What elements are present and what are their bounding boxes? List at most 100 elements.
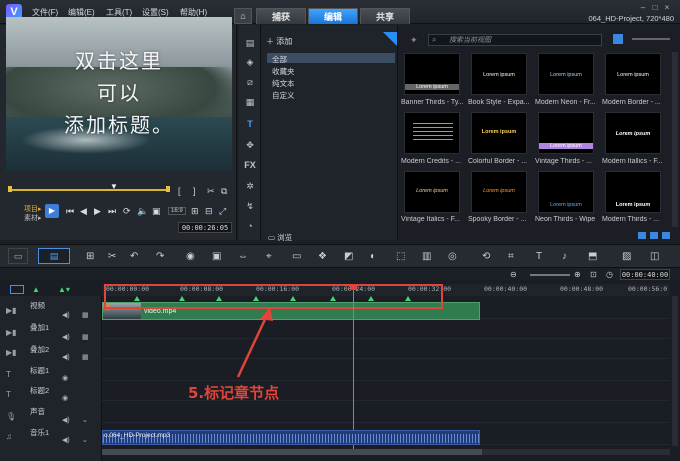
title-thumbnail[interactable]: Lorem ipsum [605, 112, 661, 154]
maximize-icon[interactable]: □ [650, 4, 660, 12]
3d-title-icon[interactable]: ◩ [344, 251, 353, 262]
graphics-icon[interactable]: ▦ [244, 97, 256, 108]
particle-icon[interactable]: ✲ [244, 181, 256, 192]
thumbnail-size-slider[interactable] [632, 38, 670, 40]
preview-window[interactable]: 双击这里 可以 添加标题。 [6, 17, 232, 171]
color-icon[interactable]: ◎ [448, 251, 457, 262]
tree-item-custom[interactable]: 自定义 [272, 90, 295, 101]
chapter-icon[interactable]: ▲ [32, 285, 40, 294]
title-overlay-line[interactable]: 添加标题。 [6, 109, 232, 138]
browse-button[interactable]: ▭ 浏览 [268, 232, 292, 243]
overlay-track-1[interactable] [102, 320, 670, 339]
minimize-icon[interactable]: – [638, 4, 648, 12]
title-thumbnail[interactable]: Lorem ipsum [404, 171, 460, 213]
title-tool-icon[interactable]: T [536, 251, 542, 262]
ripple-toggle-icon[interactable]: ▦ [82, 353, 89, 361]
crop-icon[interactable]: ⊟ [205, 206, 213, 217]
play-button[interactable]: ▶ [45, 204, 59, 218]
tree-item-all[interactable]: 全部 [272, 54, 287, 65]
title-overlay-line[interactable]: 双击这里 [6, 45, 232, 74]
title-thumbnail[interactable]: Lorem ipsum [538, 171, 594, 213]
voice-track[interactable] [102, 404, 670, 423]
scrollbar-thumb[interactable] [102, 449, 482, 455]
tab-share[interactable]: 共享 [360, 8, 410, 24]
tracks-manager-icon[interactable]: ⊞ [86, 251, 94, 262]
redo-icon[interactable]: ↷ [156, 251, 164, 262]
zoom-out-icon[interactable]: ⊖ [510, 270, 517, 279]
mute-icon[interactable]: ◀) [62, 311, 70, 319]
tree-item-favorites[interactable]: 收藏夹 [272, 66, 295, 77]
timeline-view-icon[interactable]: ▤ [38, 248, 70, 264]
title-thumbnail[interactable]: Lorem ipsum [404, 53, 460, 95]
record-capture-icon[interactable]: ◉ [186, 251, 195, 262]
title-thumbnail[interactable]: Lorem ipsum [471, 112, 527, 154]
motion-tracking-icon[interactable]: ⌖ [266, 251, 272, 262]
track-manager-icon[interactable] [10, 285, 24, 294]
overlay-track-2[interactable] [102, 340, 670, 359]
multicam-icon[interactable]: ❖ [318, 251, 327, 262]
speed-icon[interactable]: ◔ [244, 221, 256, 232]
transition-icon[interactable]: ⧄ [244, 77, 256, 88]
mark-in-handle[interactable] [8, 186, 12, 192]
split-icon[interactable]: ✂ [207, 186, 215, 197]
close-icon[interactable]: × [662, 4, 672, 12]
auto-music-icon[interactable]: ⇔ [238, 251, 248, 262]
snapshot-icon[interactable]: ⊞ [191, 206, 199, 217]
chapter-dropdown-icon[interactable]: ▲▾ [58, 285, 70, 294]
instant-project-icon[interactable]: ◈ [244, 57, 256, 68]
media-icon[interactable]: ▤ [244, 38, 256, 49]
undo-icon[interactable]: ↶ [130, 251, 138, 262]
mark-out-icon[interactable]: ] [193, 186, 196, 196]
end-icon[interactable]: ⏭ [108, 206, 116, 217]
mark-in-icon[interactable]: [ [178, 186, 181, 196]
title-thumbnail[interactable]: Lorem ipsum [471, 53, 527, 95]
library-options-icon[interactable] [383, 32, 397, 46]
next-frame-icon[interactable]: ▶ [94, 206, 101, 217]
home-tab-icon[interactable]: ⌂ [234, 8, 252, 24]
tab-edit[interactable]: 编辑 [308, 8, 358, 24]
expand-icon[interactable]: ⌄ [82, 436, 88, 444]
options-icon[interactable] [650, 232, 658, 239]
timeline-vertical-scrollbar[interactable] [672, 296, 678, 446]
mark-out-handle[interactable] [166, 186, 170, 192]
copy-icon[interactable]: ⧉ [221, 186, 227, 197]
prev-frame-icon[interactable]: ◀ [80, 206, 87, 217]
title-thumbnail[interactable]: Lorem ipsum [605, 171, 661, 213]
title-track-1[interactable] [102, 362, 670, 381]
timeline-timecode[interactable]: 00:00:40:00 [620, 269, 670, 280]
title-thumbnail[interactable]: Lorem ipsum [538, 53, 594, 95]
zoom-in-icon[interactable]: ⊕ [574, 270, 581, 279]
fit-timeline-icon[interactable]: ⊡ [590, 270, 597, 279]
title-thumbnail[interactable] [404, 112, 460, 154]
playhead[interactable] [353, 286, 354, 454]
title-overlay-line[interactable]: 可以 [6, 77, 232, 106]
cut-icon[interactable]: ✂ [108, 251, 116, 262]
options-icon[interactable] [662, 232, 670, 239]
camera-icon[interactable]: ◫ [650, 251, 659, 262]
stop-motion-icon[interactable]: ⬚ [396, 251, 405, 262]
eye-icon[interactable]: ◉ [62, 394, 68, 402]
mute-icon[interactable]: ◀) [62, 353, 70, 361]
mute-icon[interactable]: ◀) [62, 436, 70, 444]
title-icon[interactable]: T [244, 119, 256, 130]
scrubber-icon[interactable]: ▼ [110, 182, 118, 191]
clip-mode-label[interactable]: 素材▸ [24, 213, 42, 223]
path-icon[interactable]: ↯ [244, 201, 256, 212]
fit-icon[interactable]: ⌗ [508, 251, 514, 262]
split-screen-icon[interactable]: ▥ [422, 251, 431, 262]
aspect-ratio[interactable]: 16:9 [168, 207, 186, 215]
mask-icon[interactable]: ◐ [370, 251, 376, 262]
tab-capture[interactable]: 捕获 [256, 8, 306, 24]
eye-icon[interactable]: ◉ [62, 374, 68, 382]
storyboard-view-icon[interactable]: ▭ [8, 248, 28, 264]
title-thumbnail[interactable]: Lorem ipsum [471, 171, 527, 213]
view-mode-icon[interactable] [613, 34, 623, 44]
title-thumbnail[interactable]: Lorem ipsum [538, 112, 594, 154]
thumbnails-scrollbar[interactable] [672, 52, 678, 227]
ripple-toggle-icon[interactable]: ▦ [82, 311, 89, 319]
add-folder-button[interactable]: ＋ 添加 [266, 36, 292, 47]
fx-icon[interactable]: FX [244, 160, 256, 171]
home-icon[interactable]: ⏮ [66, 206, 74, 217]
image-icon[interactable]: ▨ [622, 251, 631, 262]
options-icon[interactable] [638, 232, 646, 239]
